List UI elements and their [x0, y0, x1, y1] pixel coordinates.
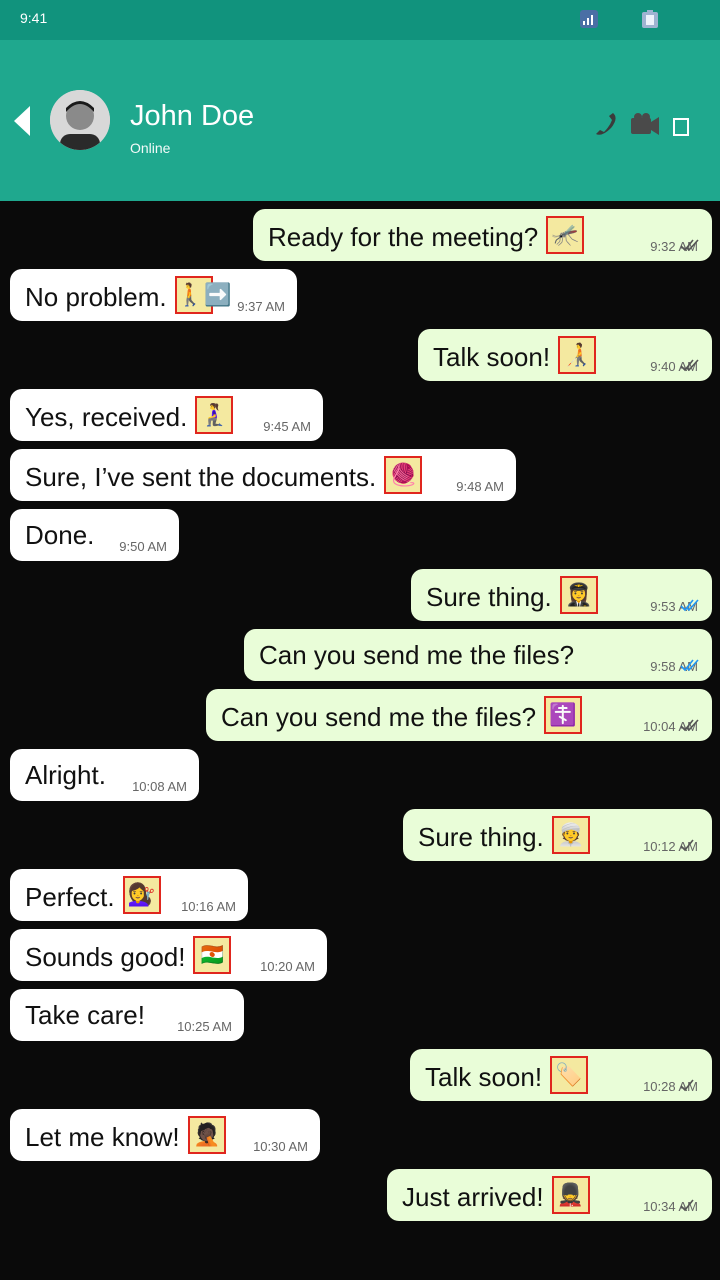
outgoing-message[interactable]: Can you send me the files? ☦️ 10:04 AM — [206, 689, 712, 741]
message-text: No problem. 🚶➡️ — [25, 276, 231, 318]
emoji-icon: 🇳🇪 — [193, 936, 232, 974]
video-camera-icon[interactable] — [630, 112, 660, 138]
emoji-icon: 🧎‍♀️ — [195, 396, 234, 434]
avatar-photo — [50, 90, 110, 150]
emoji-icon: 🤦🏿 — [187, 1116, 226, 1154]
outgoing-message[interactable]: Talk soon! 🧑‍🦯 9:40 AM — [418, 329, 712, 381]
message-text: Can you send me the files? ☦️ — [221, 696, 583, 738]
chat-header: John Doe Online — [0, 40, 720, 201]
message-text: Sounds good! 🇳🇪 — [25, 936, 232, 978]
emoji-icon: ☦️ — [544, 696, 583, 734]
message-time: 10:16 AM — [181, 899, 236, 914]
incoming-message[interactable]: Alright. 10:08 AM — [10, 749, 199, 801]
incoming-message[interactable]: Take care! 10:25 AM — [10, 989, 244, 1041]
message-text: Alright. — [25, 760, 106, 790]
incoming-message[interactable]: Sounds good! 🇳🇪 10:20 AM — [10, 929, 327, 981]
chevron-left-icon[interactable] — [12, 104, 36, 138]
incoming-message[interactable]: Done. 9:50 AM — [10, 509, 179, 561]
status-bar: 9:41 — [0, 0, 720, 40]
read-receipt-icon — [680, 359, 699, 372]
message-time: 9:37 AM — [237, 299, 285, 314]
message-text: Perfect. 💇‍♀️ — [25, 876, 161, 918]
read-receipt-icon — [680, 239, 699, 252]
read-receipt-icon — [680, 1079, 694, 1092]
incoming-message[interactable]: No problem. 🚶➡️ 9:37 AM — [10, 269, 297, 321]
status-time: 9:41 — [20, 10, 48, 26]
message-time: 10:30 AM — [253, 1139, 308, 1154]
message-time: 10:20 AM — [260, 959, 315, 974]
read-receipt-icon — [680, 659, 699, 672]
message-text: Done. — [25, 520, 95, 550]
more-icon[interactable] — [673, 118, 689, 136]
emoji-icon: 🦟 — [546, 216, 585, 254]
outgoing-message[interactable]: Ready for the meeting? 🦟 9:32 AM — [253, 209, 712, 261]
outgoing-message[interactable]: Just arrived! 💂 10:34 AM — [387, 1169, 712, 1221]
outgoing-message[interactable]: Talk soon! 🏷️ 10:28 AM — [410, 1049, 712, 1101]
message-time: 9:48 AM — [456, 479, 504, 494]
emoji-icon: 👳 — [551, 816, 590, 854]
message-text: Can you send me the files? — [259, 640, 575, 670]
signal-icon — [580, 10, 598, 28]
emoji-icon: 👩‍✈️ — [559, 576, 598, 614]
message-time: 9:45 AM — [263, 419, 311, 434]
battery-icon — [642, 10, 658, 28]
contact-name[interactable]: John Doe — [130, 100, 254, 133]
message-time: 10:08 AM — [132, 779, 187, 794]
message-text: Sure, I’ve sent the documents. 🧶 — [25, 456, 423, 498]
read-receipt-icon — [680, 599, 699, 612]
message-time: 9:50 AM — [119, 539, 167, 554]
read-receipt-icon — [680, 839, 694, 852]
message-text: Sure thing. 👳 — [418, 816, 590, 858]
emoji-icon: 🚶➡️ — [174, 276, 231, 314]
emoji-icon: 💂 — [551, 1176, 590, 1214]
contact-status: Online — [130, 140, 171, 156]
message-text: Let me know! 🤦🏿 — [25, 1116, 226, 1158]
incoming-message[interactable]: Yes, received. 🧎‍♀️ 9:45 AM — [10, 389, 323, 441]
message-time: 10:25 AM — [177, 1019, 232, 1034]
message-text: Just arrived! 💂 — [402, 1176, 590, 1218]
emoji-icon: 💇‍♀️ — [122, 876, 161, 914]
phone-icon[interactable] — [590, 112, 620, 138]
message-text: Talk soon! 🏷️ — [425, 1056, 589, 1098]
incoming-message[interactable]: Sure, I’ve sent the documents. 🧶 9:48 AM — [10, 449, 516, 501]
avatar[interactable] — [50, 90, 110, 150]
incoming-message[interactable]: Let me know! 🤦🏿 10:30 AM — [10, 1109, 320, 1161]
outgoing-message[interactable]: Sure thing. 👩‍✈️ 9:53 AM — [411, 569, 712, 621]
incoming-message[interactable]: Perfect. 💇‍♀️ 10:16 AM — [10, 869, 248, 921]
message-list[interactable]: Ready for the meeting? 🦟 9:32 AM No problem… — [0, 201, 720, 1280]
emoji-icon: 🧶 — [384, 456, 423, 494]
read-receipt-icon — [680, 1199, 694, 1212]
message-text: Ready for the meeting? 🦟 — [268, 216, 585, 258]
outgoing-message[interactable]: Sure thing. 👳 10:12 AM — [403, 809, 712, 861]
message-text: Take care! — [25, 1000, 145, 1030]
read-receipt-icon — [680, 719, 699, 732]
message-text: Yes, received. 🧎‍♀️ — [25, 396, 234, 438]
outgoing-message[interactable]: Can you send me the files? 9:58 AM — [244, 629, 712, 681]
message-text: Sure thing. 👩‍✈️ — [426, 576, 598, 618]
message-text: Talk soon! 🧑‍🦯 — [433, 336, 597, 378]
emoji-icon: 🏷️ — [550, 1056, 589, 1094]
emoji-icon: 🧑‍🦯 — [558, 336, 597, 374]
